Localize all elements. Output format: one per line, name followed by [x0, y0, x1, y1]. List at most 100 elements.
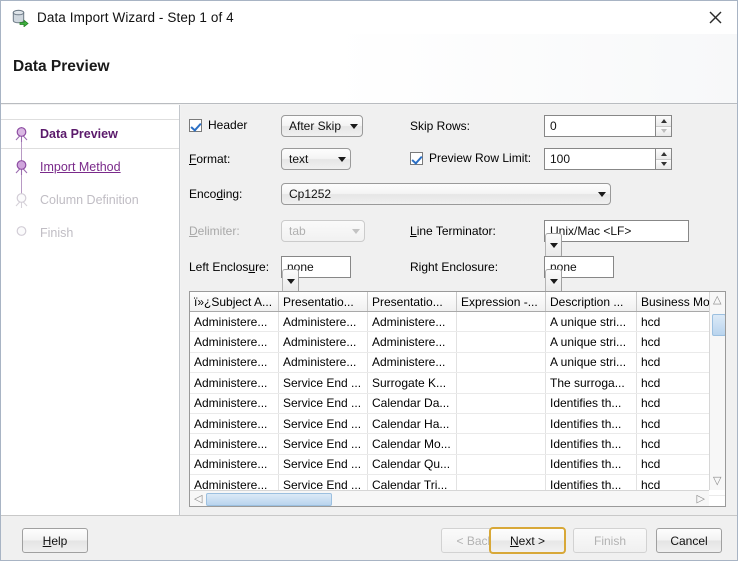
table-cell: Administere... [190, 413, 279, 435]
chevron-down-icon [338, 156, 346, 162]
table-cell [456, 433, 546, 455]
database-import-icon [11, 9, 29, 28]
table-cell [456, 393, 546, 414]
table-cell: Administere... [367, 311, 457, 333]
data-preview-table[interactable]: ï»¿Subject A... Presentatio... Presentatio… [189, 291, 726, 507]
scroll-left-icon[interactable]: ◁ [194, 494, 202, 505]
table-cell: Identifies th... [545, 413, 637, 435]
preview-row-limit-stepper[interactable]: 100 [544, 148, 672, 170]
table-cell: Calendar Mo... [367, 433, 457, 455]
header-mode-dropdown[interactable]: After Skip [281, 115, 363, 137]
data-import-wizard-dialog: Data Import Wizard - Step 1 of 4 Data Pr… [0, 0, 738, 561]
table-cell: Surrogate K... [367, 372, 457, 394]
sidebar-item-import-method[interactable]: Import Method [1, 152, 179, 182]
preview-grid: ï»¿Subject A... Presentatio... Presentatio… [190, 292, 725, 506]
delimiter-value: tab [289, 224, 306, 238]
table-cell: Administere... [278, 311, 368, 333]
preview-row-limit-input[interactable]: 100 [544, 148, 655, 170]
window-title: Data Import Wizard - Step 1 of 4 [37, 10, 234, 25]
delimiter-dropdown: tab [281, 220, 365, 242]
skip-rows-arrows[interactable] [655, 115, 672, 137]
header-checkbox-label: Header [208, 118, 248, 132]
table-cell: Administere... [367, 331, 457, 353]
left-enclosure-label: Left Enclosure: [189, 260, 270, 274]
table-row[interactable]: Administere... Service End ... Calendar Mo… [190, 433, 725, 455]
close-icon[interactable] [693, 1, 737, 33]
column-header[interactable]: Presentatio... [367, 292, 457, 312]
stepper-down-icon[interactable] [656, 159, 671, 169]
column-header[interactable]: Presentatio... [278, 292, 368, 312]
cancel-button[interactable]: Cancel [656, 528, 722, 553]
table-row[interactable]: Administere... Administere... Administere.… [190, 311, 725, 333]
next-button[interactable]: Next > [489, 527, 566, 554]
chevron-down-icon[interactable] [545, 233, 562, 258]
sidebar-item-column-definition: Column Definition [1, 185, 179, 215]
line-terminator-dropdown[interactable]: Unix/Mac <LF> [544, 220, 689, 258]
column-header[interactable]: Expression -... [456, 292, 546, 312]
table-cell: A unique stri... [545, 311, 637, 333]
table-row[interactable]: Administere... Administere... Administere.… [190, 352, 725, 374]
table-cell: Administere... [190, 331, 279, 353]
vertical-scrollbar[interactable]: △ ▽ [709, 292, 725, 490]
horizontal-scroll-thumb[interactable] [206, 493, 332, 506]
table-cell [456, 454, 546, 476]
scroll-down-icon[interactable]: ▽ [713, 476, 721, 487]
right-enclosure-dropdown[interactable]: none [544, 256, 614, 294]
chevron-down-icon [598, 191, 606, 197]
vertical-scroll-thumb[interactable] [712, 314, 725, 336]
line-terminator-label: Line Terminator: [410, 224, 496, 238]
table-row[interactable]: Administere... Service End ... Surrogate K… [190, 372, 725, 394]
column-header[interactable]: ï»¿Subject A... [190, 292, 279, 312]
table-cell [456, 372, 546, 394]
table-cell [456, 413, 546, 435]
banner: Data Preview [1, 34, 737, 104]
table-cell: Calendar Da... [367, 393, 457, 414]
help-button[interactable]: Help [22, 528, 88, 553]
horizontal-scrollbar[interactable]: ◁ ▷ [190, 490, 709, 506]
options-panel: Header After Skip Skip Rows: 0 Format: t… [181, 105, 737, 515]
table-cell: Administere... [278, 352, 368, 374]
table-cell: The surroga... [545, 372, 637, 394]
table-cell: Calendar Qu... [367, 454, 457, 476]
encoding-dropdown[interactable]: Cp1252 [281, 183, 611, 205]
table-cell [456, 331, 546, 353]
cancel-button-label: Cancel [670, 533, 708, 548]
right-enclosure-label: Right Enclosure: [410, 260, 499, 274]
checkbox-box [189, 118, 202, 132]
scroll-up-icon[interactable]: △ [713, 295, 721, 306]
column-header[interactable]: Description ... [545, 292, 637, 312]
format-dropdown[interactable]: text [281, 148, 351, 170]
header-checkbox[interactable]: Header [189, 118, 247, 132]
preview-row-limit-arrows[interactable] [655, 148, 672, 170]
sidebar-item-label: Data Preview [40, 127, 118, 141]
step-node-icon [13, 192, 30, 209]
table-cell: Administere... [278, 331, 368, 353]
step-node-icon [13, 126, 30, 143]
table-cell: Identifies th... [545, 454, 637, 476]
table-cell: Administere... [367, 352, 457, 374]
sidebar-item-data-preview[interactable]: Data Preview [1, 119, 179, 149]
table-cell: Administere... [190, 393, 279, 414]
help-button-label: Help [42, 533, 68, 548]
left-enclosure-dropdown[interactable]: none [281, 256, 351, 294]
table-header-row: ï»¿Subject A... Presentatio... Presentatio… [190, 292, 725, 312]
table-row[interactable]: Administere... Service End ... Calendar Ha… [190, 413, 725, 435]
skip-rows-input[interactable]: 0 [544, 115, 655, 137]
chevron-down-icon [350, 123, 358, 129]
preview-row-limit-checkbox[interactable]: Preview Row Limit: [410, 151, 531, 165]
stepper-up-icon[interactable] [656, 149, 671, 160]
encoding-label: Encoding: [189, 187, 243, 201]
wizard-steps-sidebar: Data Preview Import Method Column Defini… [1, 105, 180, 515]
table-row[interactable]: Administere... Administere... Administere.… [190, 331, 725, 353]
table-row[interactable]: Administere... Service End ... Calendar Da… [190, 393, 725, 414]
scroll-right-icon[interactable]: ▷ [697, 494, 705, 505]
table-row[interactable]: Administere... Service End ... Calendar Qu… [190, 454, 725, 476]
step-node-icon [13, 225, 30, 242]
table-cell [456, 311, 546, 333]
stepper-up-icon[interactable] [656, 116, 671, 127]
encoding-value: Cp1252 [289, 187, 332, 201]
skip-rows-stepper[interactable]: 0 [544, 115, 672, 137]
sidebar-item-label: Import Method [40, 160, 121, 174]
sidebar-item-label: Column Definition [40, 193, 139, 207]
table-cell: Administere... [190, 311, 279, 333]
